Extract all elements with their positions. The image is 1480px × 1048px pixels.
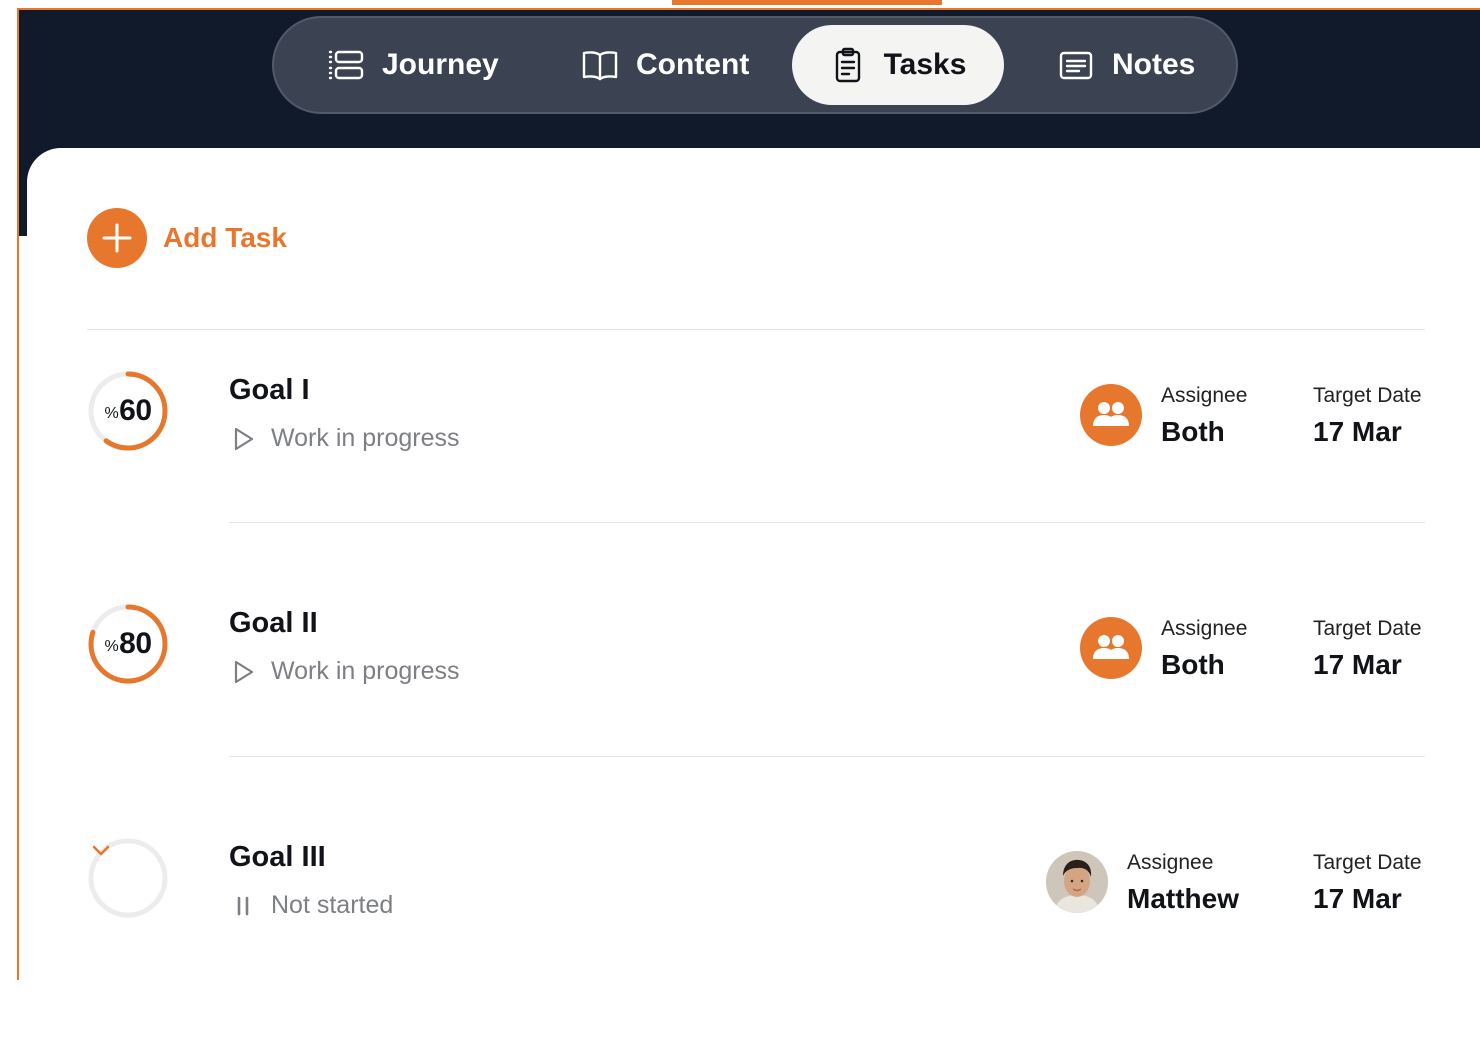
goal-title: Goal II	[229, 607, 318, 639]
tab-notes-label: Notes	[1112, 48, 1196, 81]
task-row[interactable]: Goal III Not started Assignee Matthew Ta…	[0, 837, 1480, 957]
target-date-value: 17 Mar	[1313, 883, 1402, 914]
tab-notes[interactable]: Notes	[1056, 25, 1195, 105]
goal-title: Goal I	[229, 374, 310, 406]
goal-status: Work in progress	[229, 657, 460, 686]
goal-status: Not started	[229, 891, 393, 920]
tab-tasks[interactable]: Tasks	[792, 25, 1004, 105]
tab-journey-label: Journey	[382, 48, 499, 81]
add-task-button[interactable]: Add Task	[87, 208, 287, 268]
tab-tasks-label: Tasks	[883, 48, 967, 81]
divider	[87, 329, 1425, 330]
progress-value: 80	[119, 627, 152, 660]
target-date-label: Target Date	[1313, 851, 1422, 874]
notes-icon	[1059, 51, 1093, 80]
percent-sign: %	[104, 405, 119, 422]
task-row[interactable]: % 80 Goal II Work in progress Assignee Bo…	[0, 603, 1480, 723]
frame-border-left	[17, 8, 19, 980]
target-date-value: 17 Mar	[1313, 416, 1402, 447]
add-task-label: Add Task	[163, 222, 287, 253]
assignee-label: Assignee	[1127, 851, 1214, 874]
assignee-value: Matthew	[1127, 883, 1239, 914]
progress-value: 60	[119, 394, 152, 427]
group-icon	[1080, 617, 1142, 679]
group-icon	[1080, 384, 1142, 446]
clipboard-icon	[835, 47, 860, 83]
chevron-down-icon	[92, 845, 110, 856]
progress-ring: % 80	[87, 603, 169, 685]
target-date-label: Target Date	[1313, 617, 1422, 640]
tab-content-label: Content	[636, 48, 750, 81]
task-row[interactable]: % 60 Goal I Work in progress Assignee Bot…	[0, 370, 1480, 490]
goal-status: Work in progress	[229, 424, 460, 453]
frame-border-top	[17, 8, 1480, 10]
play-icon	[234, 427, 254, 450]
assignee-label: Assignee	[1161, 617, 1248, 640]
tab-journey[interactable]: Journey	[326, 25, 499, 105]
divider	[229, 522, 1425, 523]
percent-sign: %	[104, 638, 119, 655]
play-icon	[234, 660, 254, 683]
book-icon	[582, 51, 618, 81]
goal-status-text: Not started	[271, 891, 394, 919]
journey-list-icon	[328, 50, 364, 80]
target-date-label: Target Date	[1313, 384, 1422, 407]
goal-status-text: Work in progress	[271, 657, 460, 685]
goal-status-text: Work in progress	[271, 424, 460, 452]
assignee-value: Both	[1161, 416, 1225, 447]
pause-icon	[237, 896, 249, 915]
divider	[229, 756, 1425, 757]
goal-title: Goal III	[229, 841, 326, 873]
target-date-value: 17 Mar	[1313, 649, 1402, 680]
assignee-value: Both	[1161, 649, 1225, 680]
avatar	[1046, 851, 1108, 913]
active-tab-indicator	[672, 0, 942, 5]
progress-ring: % 60	[87, 370, 169, 452]
tab-content[interactable]: Content	[580, 25, 749, 105]
assignee-label: Assignee	[1161, 384, 1248, 407]
expand-button[interactable]	[87, 837, 169, 919]
plus-icon	[87, 208, 147, 268]
main-nav: Journey Content Tasks Notes	[272, 16, 1238, 114]
